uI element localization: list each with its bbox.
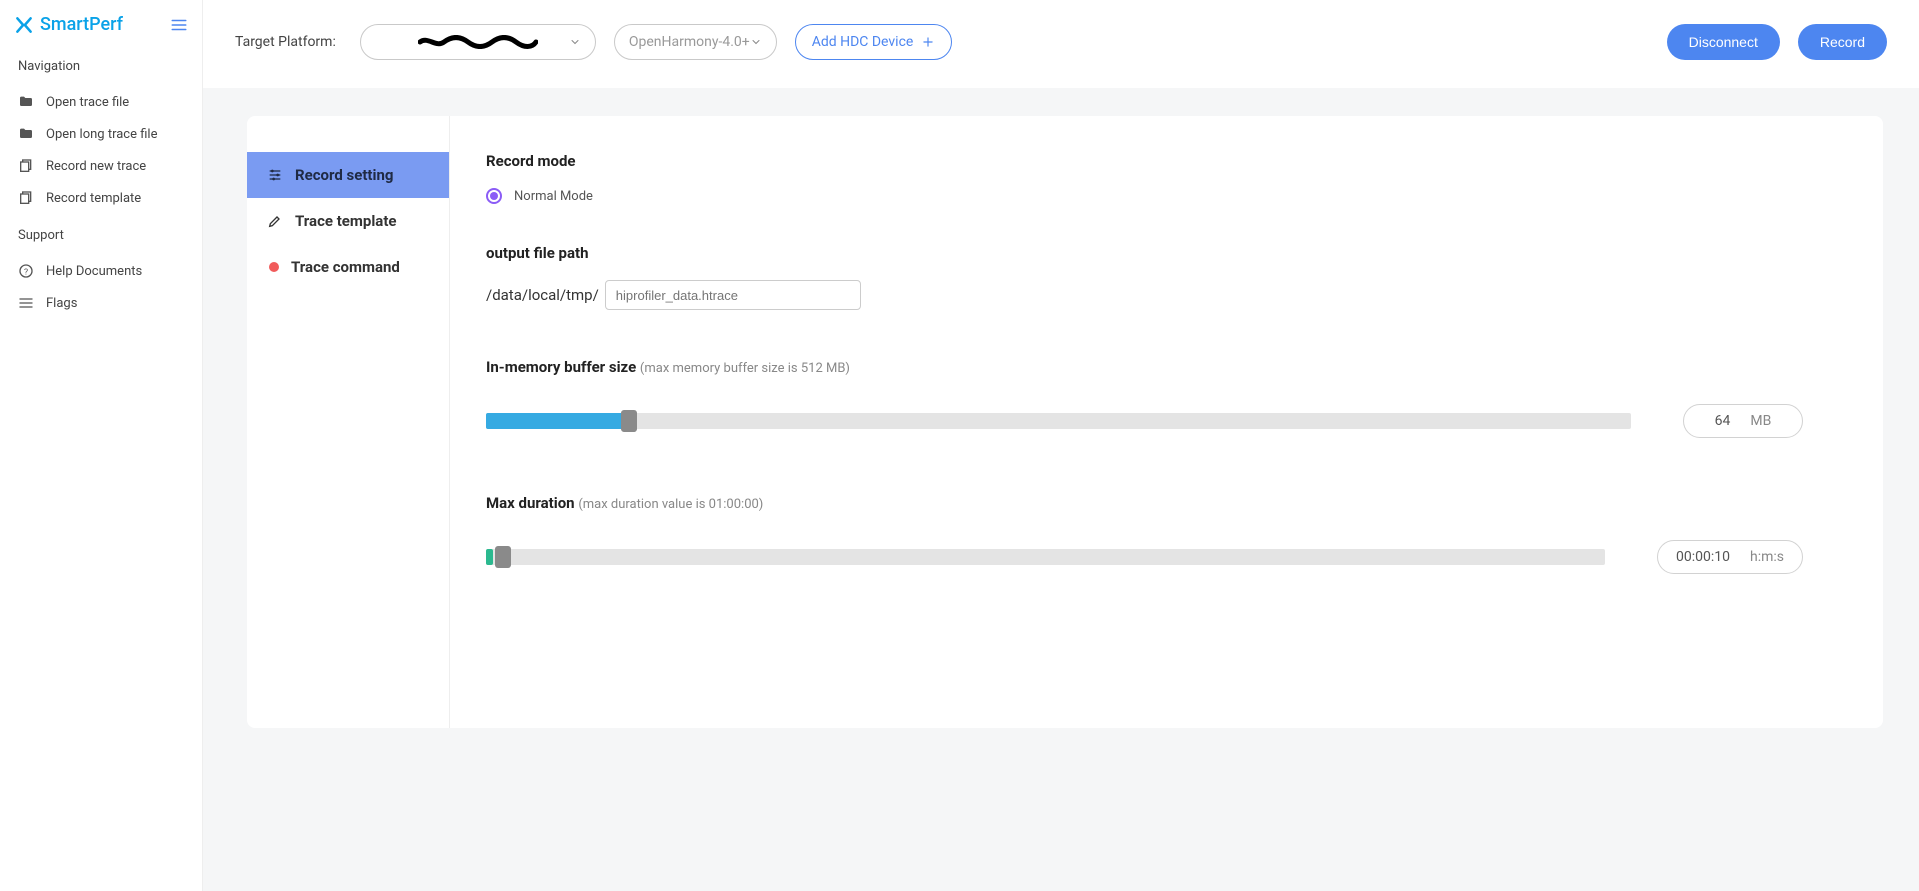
nav-item-label: Record new trace [46, 159, 146, 174]
output-path-input[interactable] [605, 280, 861, 310]
duration-value-pill[interactable]: 00:00:10 h:m:s [1657, 540, 1803, 574]
device-select[interactable] [360, 24, 596, 60]
config-tab-trace-command[interactable]: Trace command [247, 244, 449, 290]
copy-icon [18, 158, 34, 174]
duration-title: Max duration (max duration value is 01:0… [486, 494, 1803, 512]
output-path-prefix: /data/local/tmp/ [486, 286, 599, 304]
add-hdc-device-button[interactable]: Add HDC Device [795, 24, 953, 60]
duration-slider-fill [486, 549, 493, 565]
sliders-icon [267, 167, 283, 183]
buffer-value: 64 [1715, 413, 1731, 429]
duration-unit: h:m:s [1750, 549, 1784, 565]
duration-value: 00:00:10 [1676, 549, 1730, 565]
buffer-slider-fill [486, 413, 629, 429]
record-card: Record setting Trace template Trace comm… [247, 116, 1883, 728]
buffer-slider[interactable] [486, 413, 1631, 429]
nav-item-label: Flags [46, 296, 77, 311]
target-platform-label: Target Platform: [235, 34, 336, 50]
hamburger-icon[interactable] [170, 16, 188, 34]
nav-help-documents[interactable]: ? Help Documents [0, 255, 202, 287]
version-value: OpenHarmony-4.0+ [629, 34, 750, 50]
nav-flags[interactable]: Flags [0, 287, 202, 319]
buffer-hint: (max memory buffer size is 512 MB) [640, 361, 850, 376]
sidebar: SmartPerf Navigation Open trace file Ope… [0, 0, 203, 891]
svg-text:?: ? [24, 267, 28, 277]
record-mode-option-label: Normal Mode [514, 189, 593, 204]
buffer-slider-thumb[interactable] [621, 410, 637, 432]
config-body: Record mode Normal Mode output file path… [450, 116, 1883, 728]
config-tab-label: Trace template [295, 212, 397, 230]
duration-hint: (max duration value is 01:00:00) [578, 497, 763, 512]
help-icon: ? [18, 263, 34, 279]
disconnect-button[interactable]: Disconnect [1667, 24, 1780, 60]
lines-icon [18, 295, 34, 311]
version-select[interactable]: OpenHarmony-4.0+ [614, 24, 777, 60]
topbar: Target Platform: OpenHarmony-4.0+ Add HD… [203, 0, 1919, 88]
app-name: SmartPerf [40, 14, 123, 35]
copy-icon [18, 190, 34, 206]
nav-item-label: Open long trace file [46, 127, 157, 142]
nav-item-label: Help Documents [46, 264, 142, 279]
logo-icon [14, 15, 34, 35]
nav-item-label: Open trace file [46, 95, 129, 110]
nav-record-new-trace[interactable]: Record new trace [0, 150, 202, 182]
plus-icon [921, 35, 935, 49]
device-value-redacted [418, 35, 538, 49]
output-path-title: output file path [486, 244, 1803, 262]
nav-open-trace[interactable]: Open trace file [0, 86, 202, 118]
nav-open-long-trace[interactable]: Open long trace file [0, 118, 202, 150]
nav-item-label: Record template [46, 191, 141, 206]
config-tab-record-setting[interactable]: Record setting [247, 152, 449, 198]
record-button[interactable]: Record [1798, 24, 1887, 60]
record-mode-option[interactable]: Normal Mode [486, 188, 1803, 204]
duration-slider-thumb[interactable] [495, 546, 511, 568]
add-hdc-label: Add HDC Device [812, 34, 914, 50]
nav-record-template[interactable]: Record template [0, 182, 202, 214]
config-nav: Record setting Trace template Trace comm… [247, 116, 450, 728]
buffer-title: In-memory buffer size (max memory buffer… [486, 358, 1803, 376]
folder-icon [18, 126, 34, 142]
folder-icon [18, 94, 34, 110]
nav-section-title: Navigation [0, 45, 202, 86]
radio-selected-icon [486, 188, 502, 204]
chevron-down-icon [569, 36, 581, 48]
app-logo[interactable]: SmartPerf [14, 14, 123, 35]
duration-slider[interactable] [486, 549, 1605, 565]
buffer-value-pill[interactable]: 64 MB [1683, 404, 1803, 438]
config-tab-label: Record setting [295, 166, 393, 184]
main: Target Platform: OpenHarmony-4.0+ Add HD… [203, 0, 1919, 891]
record-dot-icon [269, 262, 279, 272]
edit-icon [267, 213, 283, 229]
config-tab-label: Trace command [291, 258, 400, 276]
chevron-down-icon [750, 36, 762, 48]
support-section-title: Support [0, 214, 202, 255]
config-tab-trace-template[interactable]: Trace template [247, 198, 449, 244]
buffer-unit: MB [1750, 413, 1771, 429]
record-mode-title: Record mode [486, 152, 1803, 170]
